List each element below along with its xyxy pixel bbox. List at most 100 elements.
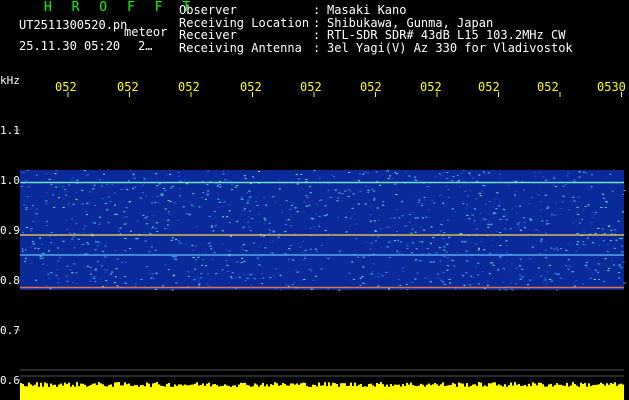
noise-pixel [426,248,429,249]
noise-pixel [553,170,556,172]
noise-pixel [582,171,585,173]
noise-floor-spike [290,383,292,388]
noise-pixel [548,207,551,209]
noise-pixel [348,272,351,274]
noise-pixel [106,183,109,185]
noise-pixel [322,251,325,253]
noise-pixel [432,185,434,187]
noise-floor-spike [58,384,60,388]
noise-pixel [617,220,620,222]
noise-pixel [619,237,622,239]
noise-pixel [597,271,600,273]
noise-floor-spike [482,386,484,388]
noise-pixel [428,209,430,211]
noise-floor-spike [200,385,202,388]
noise-pixel [594,269,597,271]
noise-pixel [287,219,290,221]
noise-pixel [307,258,310,260]
noise-pixel [361,276,364,278]
noise-pixel [240,246,243,248]
noise-pixel [537,173,540,175]
noise-pixel [417,201,420,203]
noise-floor-spike [308,386,310,388]
noise-pixel [154,288,157,290]
noise-pixel [277,179,280,181]
noise-pixel [299,246,302,248]
noise-pixel [546,223,548,225]
noise-floor-spike [354,382,356,388]
noise-pixel [373,220,376,222]
noise-pixel [309,227,312,229]
noise-pixel [104,256,107,258]
noise-pixel [289,208,292,210]
noise-pixel [542,258,545,260]
noise-pixel [344,190,347,192]
noise-pixel [441,261,444,263]
noise-pixel [296,271,299,273]
noise-floor-spike [388,386,390,388]
noise-pixel [315,213,318,215]
noise-pixel [303,279,306,280]
noise-pixel [66,229,68,230]
noise-pixel [97,241,100,243]
noise-pixel [582,283,585,285]
noise-pixel [272,230,275,232]
noise-pixel [369,220,372,222]
noise-pixel [388,226,391,228]
noise-pixel [62,207,65,208]
noise-pixel [462,249,465,251]
noise-floor-spike [184,384,186,388]
noise-floor-spike [228,386,230,388]
noise-pixel [595,250,598,252]
noise-pixel [111,271,114,273]
noise-pixel [178,195,181,197]
noise-pixel [622,211,624,213]
noise-pixel [372,263,375,265]
noise-pixel [26,170,29,172]
noise-pixel [502,281,504,283]
noise-pixel [268,228,271,230]
noise-pixel [389,217,392,219]
noise-pixel [495,208,498,210]
noise-pixel [432,237,435,239]
noise-pixel [104,271,107,273]
noise-pixel [247,216,250,218]
noise-pixel [478,283,480,285]
noise-pixel [144,217,147,219]
noise-pixel [228,222,231,224]
noise-pixel [170,239,173,241]
noise-floor-spike [496,385,498,388]
noise-pixel [314,248,317,250]
noise-pixel [155,173,158,175]
noise-pixel [590,186,593,188]
noise-pixel [575,280,578,281]
noise-floor-spike [30,384,32,388]
noise-pixel [467,195,470,197]
noise-floor-spike [306,385,308,388]
noise-pixel [224,179,227,181]
noise-pixel [340,200,343,202]
noise-pixel [23,204,26,206]
noise-floor-spike [322,385,324,388]
noise-pixel [167,269,170,270]
noise-floor-spike [394,384,396,388]
noise-pixel [282,183,285,185]
noise-pixel [333,176,335,178]
noise-pixel [348,172,351,173]
noise-pixel [358,173,361,175]
noise-pixel [388,257,391,259]
noise-pixel [86,214,88,216]
noise-pixel [352,193,355,195]
noise-pixel [143,178,146,180]
noise-pixel [544,249,547,251]
noise-pixel [487,223,490,225]
noise-floor-spike [108,385,110,388]
noise-floor-spike [158,384,160,388]
noise-pixel [126,200,129,202]
noise-pixel [89,267,92,269]
noise-pixel [156,230,159,232]
noise-pixel [162,285,165,287]
noise-pixel [99,243,102,245]
noise-floor-spike [316,386,318,388]
noise-pixel [425,216,428,218]
